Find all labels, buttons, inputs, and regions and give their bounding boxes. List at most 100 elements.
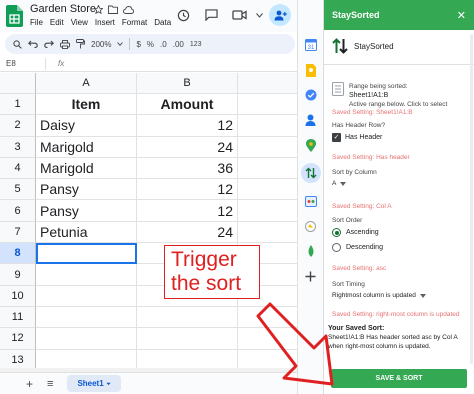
- number-format-button[interactable]: 123: [190, 41, 202, 48]
- save-and-sort-button[interactable]: SAVE & SORT: [331, 369, 467, 388]
- cell-c[interactable]: [238, 94, 297, 116]
- currency-format-button[interactable]: $: [136, 40, 140, 49]
- menu-data[interactable]: Data: [154, 18, 171, 27]
- addon-icon[interactable]: [304, 194, 318, 208]
- redo-icon[interactable]: [44, 40, 54, 48]
- cell-b[interactable]: Amount: [137, 94, 238, 116]
- row-header[interactable]: 6: [0, 200, 36, 222]
- cell-a[interactable]: Marigold: [36, 157, 137, 180]
- row-header[interactable]: 3: [0, 136, 36, 158]
- row-header[interactable]: 12: [0, 328, 36, 350]
- cell-a[interactable]: Marigold: [36, 136, 137, 158]
- zoom-select[interactable]: 200%: [91, 40, 111, 49]
- menu-view[interactable]: View: [71, 18, 88, 27]
- cell-c[interactable]: [238, 200, 297, 222]
- cell-b[interactable]: [137, 306, 238, 329]
- sort-column-select[interactable]: A: [332, 180, 347, 187]
- has-header-label: Has Header: [345, 134, 383, 141]
- percent-format-button[interactable]: %: [147, 40, 154, 49]
- sheet-tab-sheet1[interactable]: Sheet1: [67, 375, 121, 392]
- row-header[interactable]: 8: [0, 243, 36, 265]
- staysorted-addon-icon[interactable]: [300, 163, 321, 183]
- row-header[interactable]: 11: [0, 306, 36, 329]
- column-header-b[interactable]: B: [137, 73, 238, 94]
- cell-b[interactable]: 36: [137, 157, 238, 180]
- cell-a[interactable]: [36, 285, 137, 307]
- cell-a[interactable]: [36, 328, 137, 350]
- tasks-icon[interactable]: [304, 88, 318, 102]
- addon-icon[interactable]: [304, 244, 318, 258]
- cell-b[interactable]: 12: [137, 115, 238, 137]
- comments-button[interactable]: [200, 4, 222, 26]
- cell-c[interactable]: [238, 222, 297, 244]
- keep-icon[interactable]: [304, 63, 318, 77]
- calendar-icon[interactable]: 31: [304, 38, 318, 52]
- cell-c[interactable]: [238, 179, 297, 201]
- descending-radio[interactable]: Descending: [332, 243, 383, 252]
- row-header[interactable]: 7: [0, 221, 36, 244]
- row-header[interactable]: 10: [0, 285, 36, 307]
- ascending-radio[interactable]: Ascending: [332, 228, 379, 237]
- history-button[interactable]: [172, 4, 194, 26]
- menu-insert[interactable]: Insert: [95, 18, 115, 27]
- cell-a[interactable]: Pansy: [36, 179, 137, 201]
- range-section[interactable]: Range being sorted: Sheet1!A1:B Active r…: [332, 82, 447, 109]
- close-icon[interactable]: ✕: [457, 9, 466, 22]
- sort-timing-select[interactable]: Rightmost column is updated: [332, 292, 426, 299]
- column-header-c[interactable]: [238, 73, 297, 94]
- cell-a[interactable]: Item: [36, 94, 137, 116]
- contacts-icon[interactable]: [304, 113, 318, 127]
- cell-b[interactable]: 24: [137, 136, 238, 158]
- move-folder-icon[interactable]: [108, 5, 118, 14]
- all-sheets-button[interactable]: ≡: [47, 378, 53, 390]
- cloud-status-icon[interactable]: [123, 5, 134, 14]
- column-header-a[interactable]: A: [36, 73, 137, 94]
- addon-icon[interactable]: [304, 219, 318, 233]
- cell-c[interactable]: [238, 115, 297, 137]
- print-icon[interactable]: [60, 39, 70, 49]
- cell-a[interactable]: [36, 306, 137, 329]
- sheets-logo-icon[interactable]: [6, 5, 23, 27]
- row-header[interactable]: 1: [0, 94, 36, 116]
- undo-icon[interactable]: [28, 40, 38, 48]
- fx-icon: fx: [58, 59, 65, 68]
- star-icon[interactable]: [94, 5, 103, 14]
- maps-icon[interactable]: [304, 138, 318, 152]
- cell-c[interactable]: [238, 137, 297, 158]
- menu-format[interactable]: Format: [122, 18, 147, 27]
- cell-c[interactable]: [238, 328, 297, 350]
- decrease-decimal-button[interactable]: .0: [160, 40, 167, 49]
- cell-b[interactable]: 12: [137, 200, 238, 222]
- row-header[interactable]: 9: [0, 264, 36, 286]
- cell-a[interactable]: [36, 264, 137, 286]
- meet-button[interactable]: [228, 4, 250, 26]
- row-header[interactable]: 5: [0, 179, 36, 201]
- cell-b[interactable]: 24: [137, 221, 238, 244]
- cell-a[interactable]: Daisy: [36, 115, 137, 137]
- cell-b[interactable]: [137, 328, 238, 350]
- menu-edit[interactable]: Edit: [50, 18, 64, 27]
- range-value[interactable]: Sheet1!A1:B: [349, 91, 447, 100]
- chevron-down-icon[interactable]: [256, 12, 263, 18]
- add-sheet-button[interactable]: +: [26, 377, 33, 391]
- document-title[interactable]: Garden Store: [30, 3, 96, 15]
- panel-scrollbar[interactable]: [470, 34, 473, 364]
- cell-a[interactable]: Petunia: [36, 221, 137, 244]
- has-header-checkbox[interactable]: ✓ Has Header: [332, 133, 382, 142]
- menu-file[interactable]: File: [30, 18, 43, 27]
- name-box[interactable]: E8: [0, 57, 46, 70]
- increase-decimal-button[interactable]: .00: [173, 40, 184, 49]
- row-header[interactable]: 2: [0, 115, 36, 137]
- paint-format-icon[interactable]: [76, 39, 85, 49]
- select-all-corner[interactable]: [0, 73, 36, 94]
- search-menus-icon[interactable]: [13, 39, 22, 49]
- cell-a[interactable]: Pansy: [36, 200, 137, 222]
- cell-b[interactable]: 12: [137, 179, 238, 201]
- cell-c[interactable]: [238, 158, 297, 180]
- chevron-down-icon[interactable]: [117, 42, 124, 46]
- row-header[interactable]: 4: [0, 157, 36, 180]
- get-addons-icon[interactable]: [304, 269, 318, 283]
- cell-c[interactable]: [238, 307, 297, 329]
- share-button[interactable]: [269, 4, 291, 26]
- cell-a[interactable]: [36, 243, 137, 265]
